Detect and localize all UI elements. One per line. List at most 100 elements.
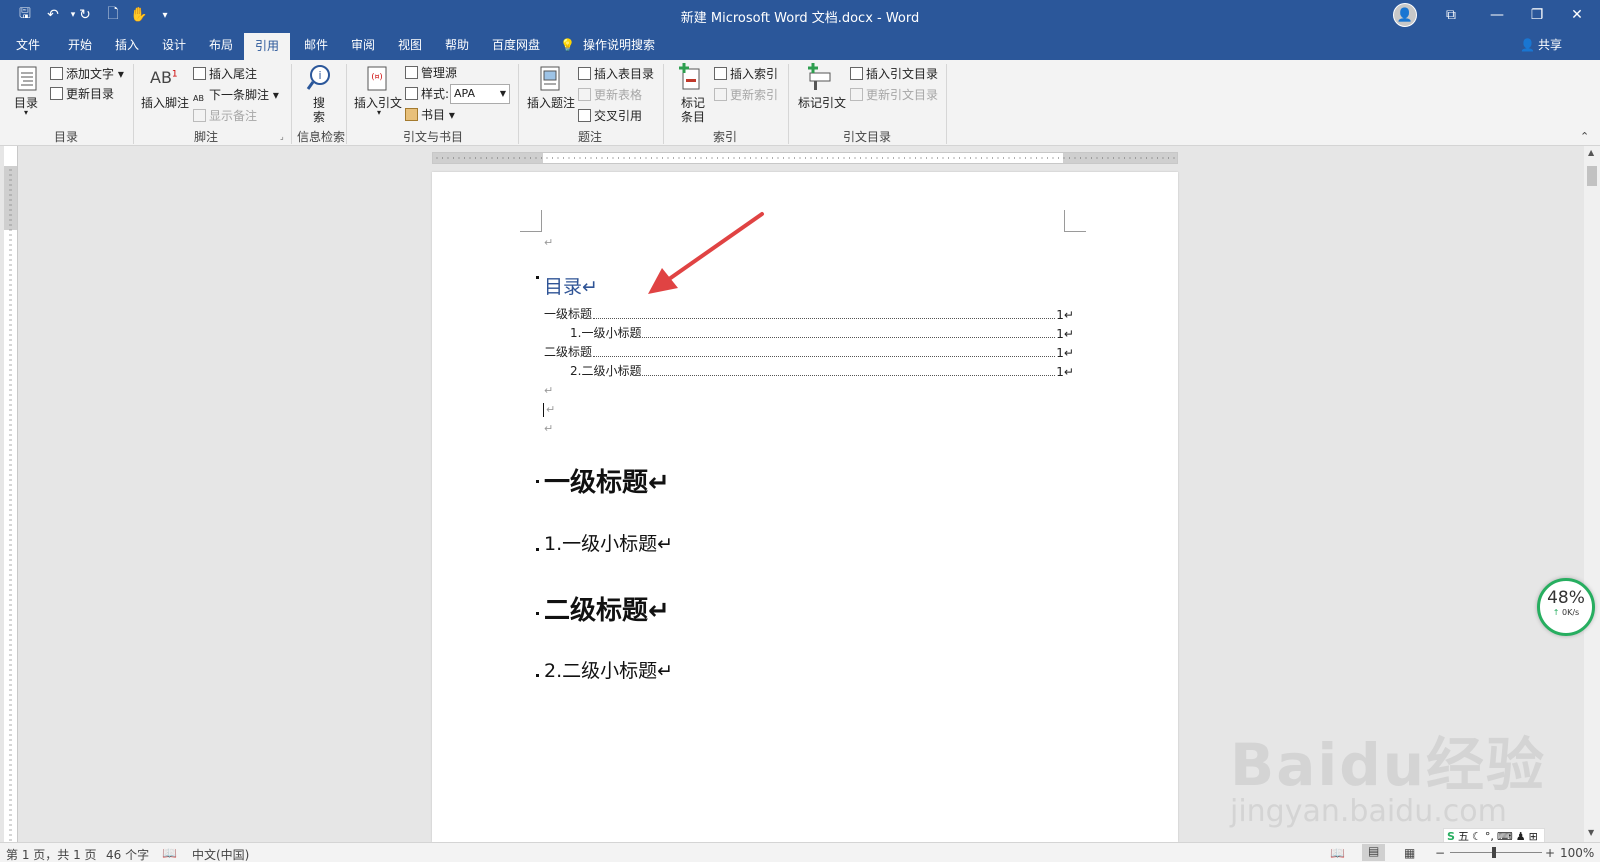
page-count[interactable]: 第 1 页，共 1 页 — [6, 846, 97, 862]
group-label-research: 信息检索 — [296, 130, 345, 144]
update-index-button[interactable]: 更新索引 — [714, 86, 778, 103]
group-separator — [663, 64, 664, 144]
tab-review[interactable]: 审阅 — [349, 30, 377, 60]
toc-leader — [593, 318, 1056, 319]
insert-caption-button[interactable]: 插入题注 — [527, 94, 575, 111]
insert-toa-button[interactable]: 插入引文目录 — [850, 65, 938, 82]
cross-reference-button[interactable]: 交叉引用 — [578, 107, 642, 124]
language-indicator[interactable]: 中文(中国) — [192, 846, 249, 862]
mark-entry-icon[interactable] — [677, 63, 703, 91]
footnote-dialog-launcher-icon[interactable]: ⌟ — [280, 132, 284, 141]
mark-entry-button-line2[interactable]: 条目 — [681, 108, 705, 125]
insert-citation-icon[interactable]: (¤) — [364, 65, 390, 93]
toc-dropdown-icon[interactable]: ▾ — [24, 108, 28, 117]
bibliography-button[interactable]: 书目 ▾ — [405, 106, 455, 123]
zoom-slider-thumb[interactable] — [1492, 847, 1496, 858]
cross-reference-icon — [578, 109, 591, 122]
add-text-button[interactable]: 添加文字 ▾ — [50, 65, 124, 82]
tab-view[interactable]: 视图 — [396, 30, 424, 60]
group-label-toa: 引文目录 — [842, 130, 891, 144]
toc-entry[interactable]: 二级标题 1↵ — [544, 344, 1074, 360]
document-title: 新建 Microsoft Word 文档.docx - Word — [680, 11, 920, 26]
heading-bullet — [536, 612, 539, 615]
search-button-line2[interactable]: 索 — [313, 108, 325, 125]
insert-endnote-button[interactable]: 插入尾注 — [193, 65, 257, 82]
word-count[interactable]: 46 个字 — [106, 846, 149, 862]
scroll-up-icon[interactable]: ▲ — [1588, 148, 1594, 157]
toc-entry[interactable]: 2.二级小标题 1↵ — [570, 363, 1074, 379]
close-icon[interactable]: ✕ — [1554, 0, 1600, 30]
read-mode-icon[interactable]: 📖 — [1330, 846, 1345, 860]
update-toc-icon — [50, 87, 63, 100]
update-table-button[interactable]: 更新表格 — [578, 86, 642, 103]
horizontal-ruler[interactable] — [432, 152, 1178, 164]
manage-sources-button[interactable]: 管理源 — [405, 64, 457, 81]
insert-toa-icon — [850, 67, 863, 80]
mark-citation-button[interactable]: 标记引文 — [798, 94, 846, 111]
heading-bullet — [536, 276, 539, 279]
insert-index-icon — [714, 67, 727, 80]
heading-2[interactable]: 2.二级小标题↵ — [544, 656, 673, 683]
ribbon-display-icon[interactable]: ⧉ — [1428, 0, 1474, 30]
zoom-slider[interactable] — [1450, 852, 1542, 853]
share-button[interactable]: 👤 共享 — [1520, 30, 1562, 60]
vertical-ruler[interactable] — [4, 146, 18, 842]
avatar[interactable]: 👤 — [1393, 3, 1417, 27]
title-bar: 🖫 ↶ ▾ ↻ 🗋 ✋ ▾ 新建 Microsoft Word 文档.docx … — [0, 0, 1600, 30]
table-of-figures-icon — [578, 67, 591, 80]
toc-entry[interactable]: 一级标题 1↵ — [544, 306, 1074, 322]
scroll-thumb[interactable] — [1587, 166, 1597, 186]
ruler-ticks — [436, 157, 1175, 159]
paragraph-mark: ↵ — [546, 403, 556, 416]
mark-citation-icon[interactable] — [806, 63, 832, 91]
add-text-icon — [50, 67, 63, 80]
tab-layout[interactable]: 布局 — [207, 30, 235, 60]
update-toa-button[interactable]: 更新引文目录 — [850, 86, 938, 103]
insert-footnote-button[interactable]: 插入脚注 — [141, 94, 189, 111]
next-footnote-button[interactable]: AB 下一条脚注 ▾ — [193, 86, 279, 107]
update-table-icon — [578, 88, 591, 101]
insert-index-button[interactable]: 插入索引 — [714, 65, 778, 82]
tab-references[interactable]: 引用 — [244, 33, 291, 60]
tab-help[interactable]: 帮助 — [443, 30, 471, 60]
update-toc-button[interactable]: 更新目录 — [50, 85, 114, 102]
tab-mailings[interactable]: 邮件 — [302, 30, 330, 60]
tab-file[interactable]: 文件 — [14, 30, 42, 60]
tab-home[interactable]: 开始 — [66, 30, 94, 60]
heading-bullet — [536, 480, 539, 483]
network-speed-widget[interactable]: 48% ↑ 0K/s — [1537, 578, 1595, 636]
print-layout-icon[interactable]: ▤ — [1362, 844, 1386, 861]
vertical-scrollbar[interactable]: ▲ ▼ — [1584, 146, 1600, 842]
collapse-ribbon-icon[interactable]: ⌃ — [1580, 130, 1589, 143]
table-of-contents-icon[interactable] — [14, 65, 40, 93]
insert-caption-icon[interactable] — [537, 65, 563, 93]
document-page[interactable]: ↵ 目录↵ 一级标题 1↵ 1.一级小标题 1↵ 二级标题 1↵ 2.二级小标题 1↵ … — [432, 172, 1178, 842]
insert-table-of-figures-button[interactable]: 插入表目录 — [578, 65, 654, 82]
tab-insert[interactable]: 插入 — [113, 30, 141, 60]
scroll-down-icon[interactable]: ▼ — [1588, 828, 1594, 837]
show-notes-button[interactable]: 显示备注 — [193, 107, 257, 124]
citation-style-select[interactable]: APA ▼ — [450, 84, 510, 104]
heading-1[interactable]: 一级标题↵ — [544, 462, 670, 499]
group-separator — [133, 64, 134, 144]
update-index-icon — [714, 88, 727, 101]
search-icon[interactable]: i — [306, 64, 332, 92]
zoom-in-button[interactable]: + — [1545, 846, 1555, 860]
toc-entry[interactable]: 1.一级小标题 1↵ — [570, 325, 1074, 341]
zoom-out-button[interactable]: − — [1435, 846, 1445, 860]
zoom-level[interactable]: 100% — [1560, 846, 1594, 860]
proofing-icon[interactable]: 📖 — [162, 846, 177, 860]
insert-citation-dropdown-icon[interactable]: ▾ — [377, 108, 381, 117]
tab-design[interactable]: 设计 — [160, 30, 188, 60]
group-label-toc: 目录 — [53, 130, 78, 144]
heading-1[interactable]: 二级标题↵ — [544, 590, 670, 627]
tell-me-search[interactable]: 💡 操作说明搜索 — [560, 30, 655, 60]
update-toa-icon — [850, 88, 863, 101]
insert-footnote-icon[interactable]: AB1 — [150, 68, 178, 87]
ribbon: 目录 ▾ 添加文字 ▾ 更新目录 目录 AB1 插入脚注 插入尾注 AB 下一条脚… — [0, 60, 1600, 146]
web-layout-icon[interactable]: ▦ — [1404, 846, 1415, 860]
heading-2[interactable]: 1.一级小标题↵ — [544, 529, 673, 556]
tab-baidu-netdisk[interactable]: 百度网盘 — [490, 30, 542, 60]
grid-icon: ⊞ — [1528, 829, 1538, 843]
ruler-ticks — [9, 169, 12, 841]
